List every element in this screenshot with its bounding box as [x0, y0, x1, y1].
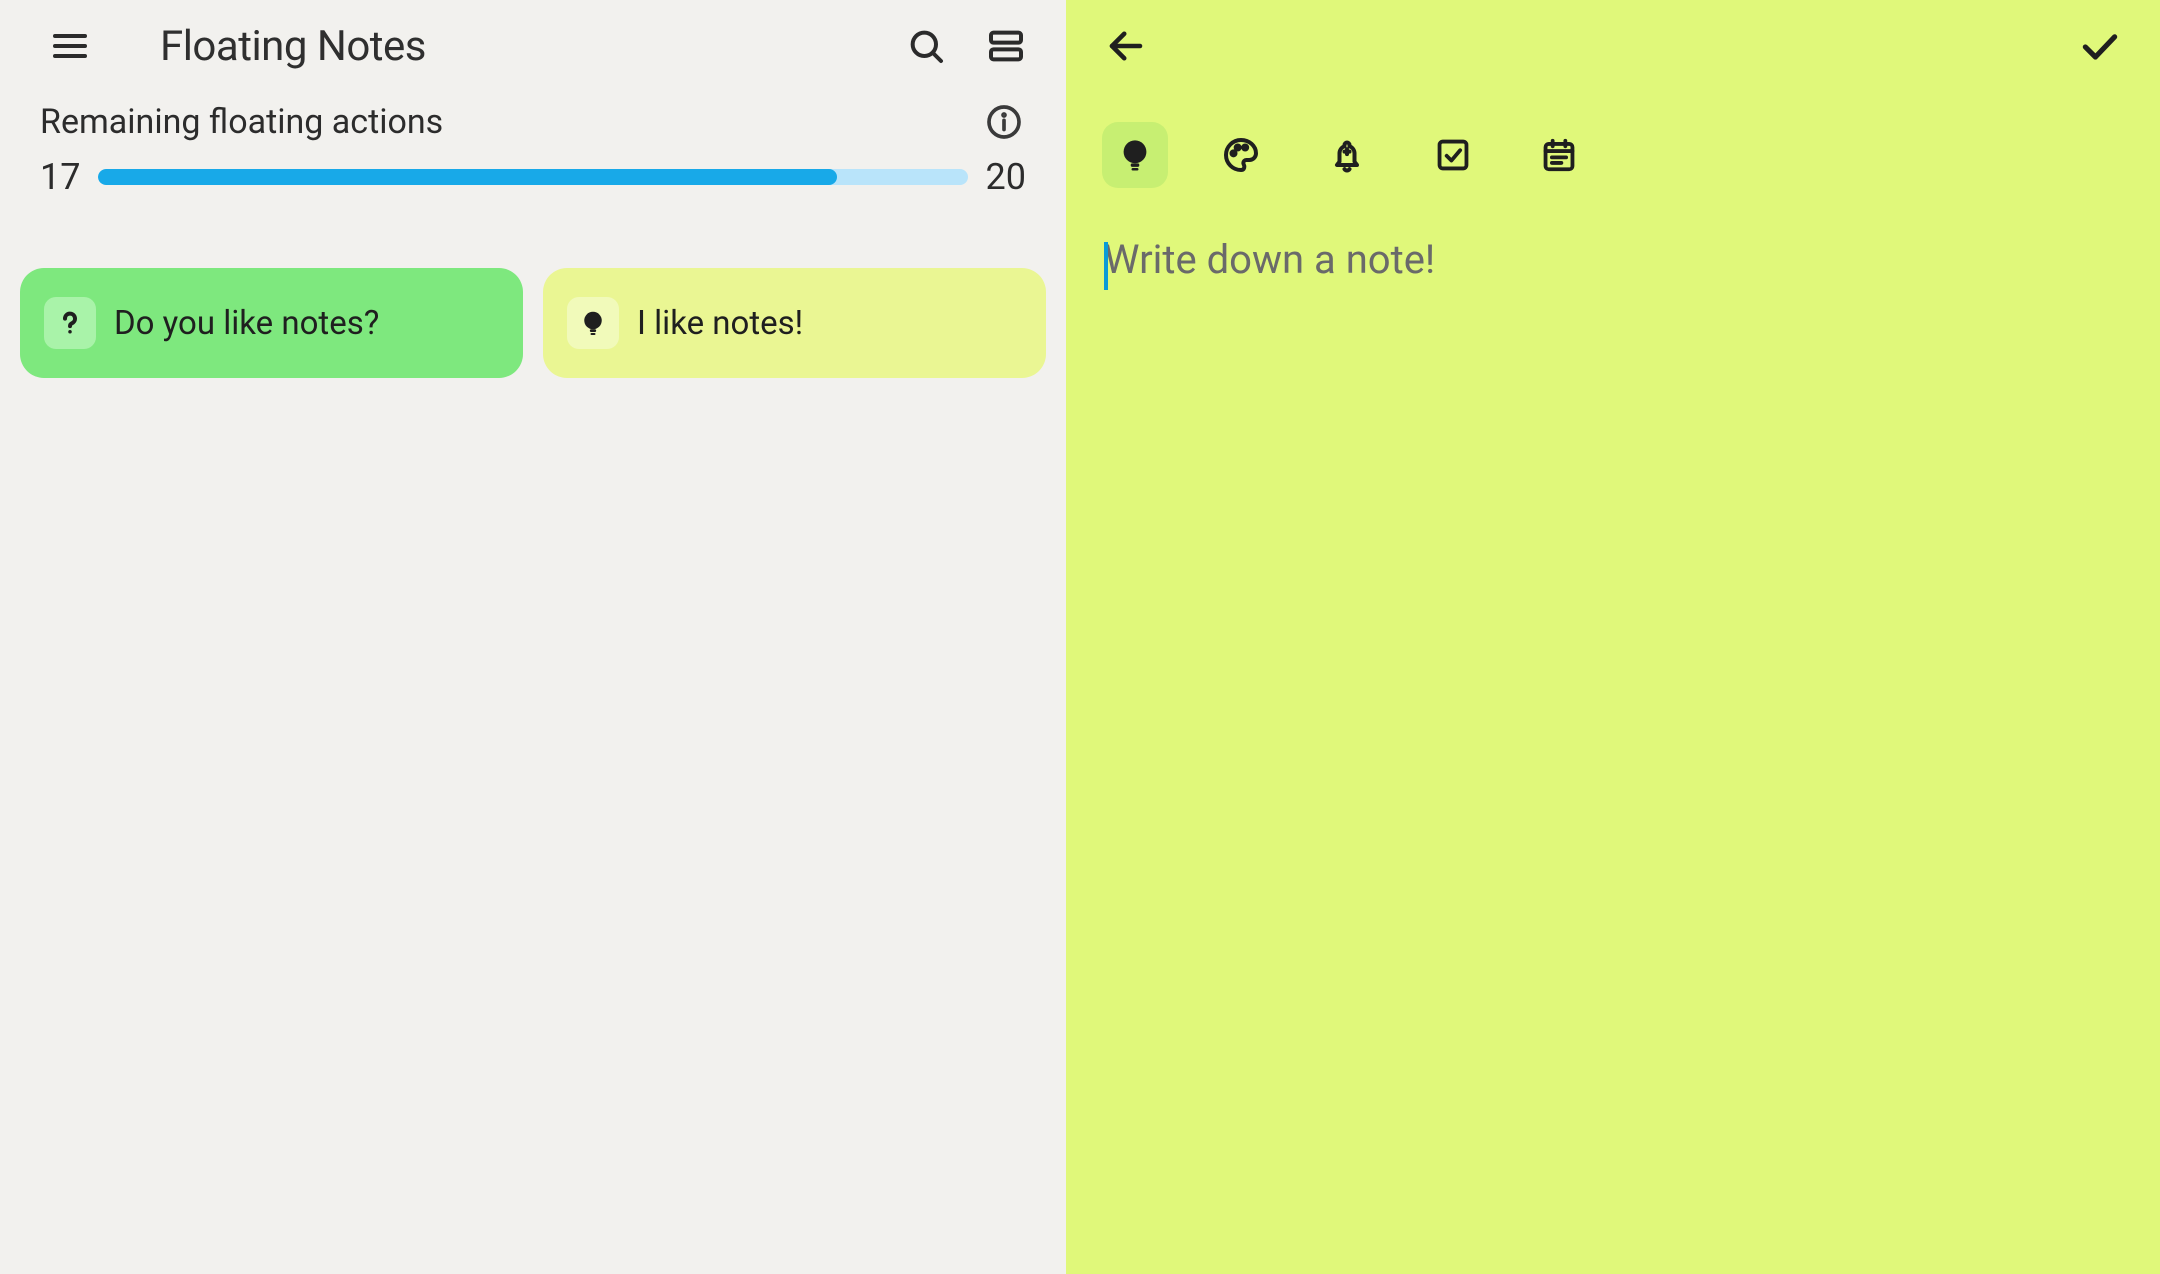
- palette-icon: [1221, 135, 1261, 175]
- editor-toolbar: [1066, 92, 2160, 188]
- note-editor-pane: Write down a note!: [1066, 0, 2160, 1274]
- quota-max: 20: [986, 156, 1026, 198]
- note-icon-badge: [44, 297, 96, 349]
- search-button[interactable]: [896, 16, 956, 76]
- quota-label: Remaining floating actions: [40, 102, 443, 142]
- question-icon: [55, 308, 85, 338]
- left-topbar: Floating Notes: [0, 0, 1066, 92]
- right-topbar: [1066, 0, 2160, 92]
- note-card[interactable]: I like notes!: [543, 268, 1046, 378]
- checkbox-icon: [1434, 136, 1472, 174]
- search-icon: [906, 26, 946, 66]
- quota-label-row: Remaining floating actions: [40, 100, 1026, 144]
- text-caret: [1104, 242, 1108, 290]
- note-card[interactable]: Do you like notes?: [20, 268, 523, 378]
- back-button[interactable]: [1096, 16, 1156, 76]
- info-icon: [984, 102, 1024, 142]
- note-text: I like notes!: [637, 304, 803, 343]
- notes-grid: Do you like notes? I like notes!: [0, 198, 1066, 378]
- toolbar-lightbulb-button[interactable]: [1102, 122, 1168, 188]
- toolbar-event-note-button[interactable]: [1526, 122, 1592, 188]
- toolbar-checkbox-button[interactable]: [1420, 122, 1486, 188]
- lightbulb-icon: [578, 308, 608, 338]
- quota-progress-bar: [98, 169, 967, 185]
- view-toggle-button[interactable]: [976, 16, 1036, 76]
- note-icon-badge: [567, 297, 619, 349]
- toolbar-reminder-button[interactable]: [1314, 122, 1380, 188]
- menu-button[interactable]: [40, 16, 100, 76]
- quota-block: Remaining floating actions 17 20: [0, 92, 1066, 198]
- check-icon: [2078, 24, 2122, 68]
- arrow-back-icon: [1105, 25, 1147, 67]
- quota-progress-row: 17 20: [40, 156, 1026, 198]
- toolbar-palette-button[interactable]: [1208, 122, 1274, 188]
- reminder-icon: [1327, 135, 1367, 175]
- confirm-button[interactable]: [2070, 16, 2130, 76]
- editor-placeholder: Write down a note!: [1104, 236, 1435, 283]
- notes-list-pane: Floating Notes Remaining floating action…: [0, 0, 1066, 1274]
- menu-icon: [50, 26, 90, 66]
- event-note-icon: [1540, 136, 1578, 174]
- note-editor[interactable]: Write down a note!: [1066, 188, 2160, 293]
- quota-current: 17: [40, 156, 80, 198]
- quota-progress-fill: [98, 169, 837, 185]
- view-agenda-icon: [986, 26, 1026, 66]
- note-text: Do you like notes?: [114, 304, 379, 343]
- quota-info-button[interactable]: [982, 100, 1026, 144]
- lightbulb-icon: [1116, 136, 1154, 174]
- app-title: Floating Notes: [160, 22, 896, 71]
